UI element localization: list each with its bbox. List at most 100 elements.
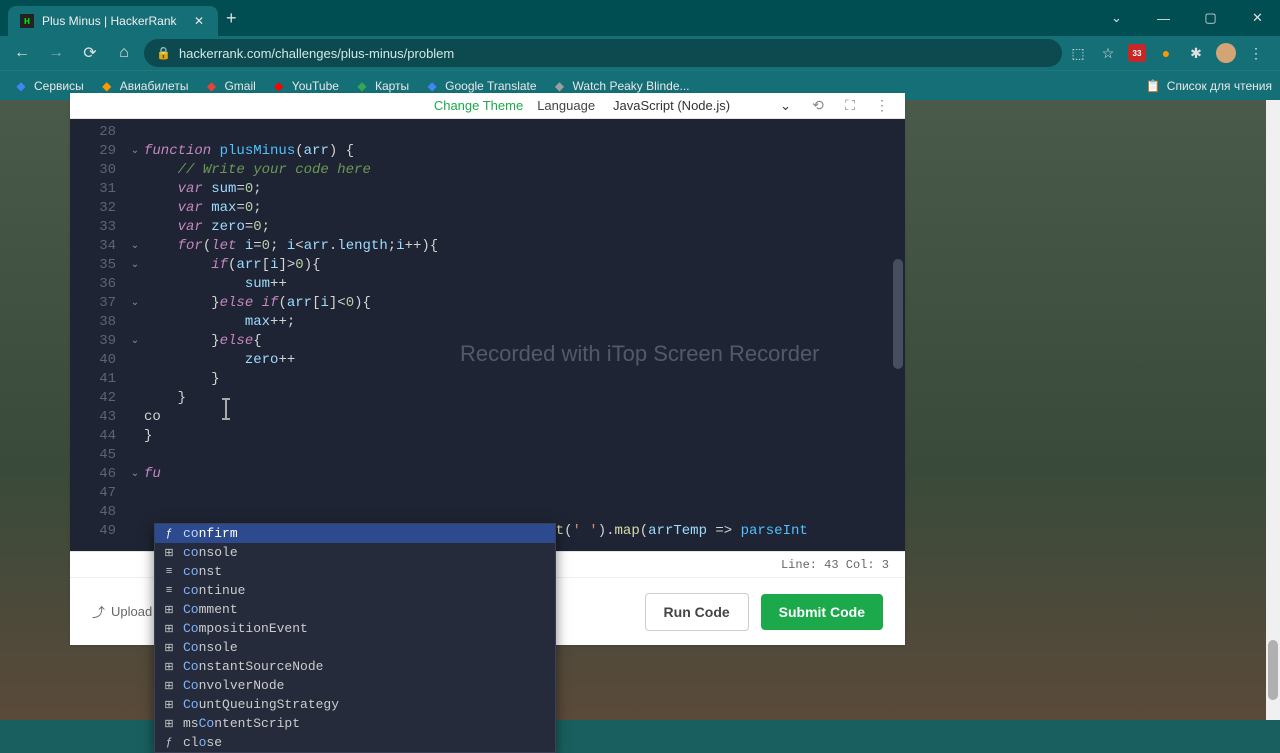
code-content[interactable]: sum++ — [142, 275, 287, 294]
code-content[interactable]: if(arr[i]>0){ — [142, 256, 321, 275]
code-content[interactable]: }else if(arr[i]<0){ — [142, 294, 371, 313]
code-line[interactable]: 37⌄ }else if(arr[i]<0){ — [70, 294, 905, 313]
code-line[interactable]: 42 } — [70, 389, 905, 408]
line-number: 28 — [70, 123, 128, 142]
window-close-icon[interactable]: ✕ — [1235, 2, 1280, 34]
fold-icon[interactable]: ⌄ — [128, 256, 142, 275]
autocomplete-item[interactable]: ⊞ConvolverNode — [155, 676, 555, 695]
code-line[interactable]: 38 max++; — [70, 313, 905, 332]
code-line[interactable]: 44} — [70, 427, 905, 446]
reset-code-icon[interactable]: ⟲ — [809, 97, 827, 115]
language-select[interactable]: JavaScript (Node.js) ⌄ — [609, 96, 795, 116]
extension-badge[interactable]: 33 — [1128, 44, 1146, 62]
code-content[interactable]: var zero=0; — [142, 218, 270, 237]
code-line[interactable]: 30 // Write your code here — [70, 161, 905, 180]
autocomplete-item[interactable]: ⊞Console — [155, 638, 555, 657]
line-number: 43 — [70, 408, 128, 427]
autocomplete-item[interactable]: ≡const — [155, 562, 555, 581]
page-scrollbar-track[interactable] — [1266, 100, 1280, 720]
suggestion-kind-icon: ⊞ — [161, 678, 177, 694]
autocomplete-popup[interactable]: ƒconfirm⊞console≡const≡continue⊞Comment⊞… — [154, 523, 556, 753]
fold-icon[interactable]: ⌄ — [128, 332, 142, 351]
code-line[interactable]: 40 zero++ — [70, 351, 905, 370]
code-line[interactable]: 43 co — [70, 408, 905, 427]
code-content[interactable]: } — [142, 389, 186, 408]
code-content[interactable]: max++; — [142, 313, 295, 332]
extensions-puzzle-icon[interactable]: ✱ — [1186, 43, 1206, 63]
run-code-button[interactable]: Run Code — [645, 593, 749, 631]
code-line[interactable]: 28 — [70, 123, 905, 142]
extension-orange-icon[interactable]: ● — [1156, 43, 1176, 63]
code-content[interactable]: } — [142, 370, 220, 389]
code-line[interactable]: 46⌄fu — [70, 465, 905, 484]
code-line[interactable]: 31 var sum=0; — [70, 180, 905, 199]
code-content[interactable]: function plusMinus(arr) { — [142, 142, 354, 161]
profile-avatar[interactable] — [1216, 43, 1236, 63]
code-content[interactable]: } — [142, 427, 152, 446]
autocomplete-item[interactable]: ⊞CompositionEvent — [155, 619, 555, 638]
code-editor[interactable]: 2829⌄function plusMinus(arr) {30 // Writ… — [70, 119, 905, 551]
autocomplete-item[interactable]: ƒconfirm — [155, 524, 555, 543]
reading-list-button[interactable]: 📋 Список для чтения — [1146, 79, 1272, 93]
code-line[interactable]: 32 var max=0; — [70, 199, 905, 218]
code-line[interactable]: 29⌄function plusMinus(arr) { — [70, 142, 905, 161]
bookmark-icon: ◆ — [100, 79, 114, 93]
bookmark-label: Watch Peaky Blinde... — [573, 79, 690, 93]
tab-close-icon[interactable]: ✕ — [192, 14, 206, 28]
window-dropdown-icon[interactable]: ⌄ — [1094, 2, 1139, 34]
kebab-icon[interactable]: ⋮ — [873, 97, 891, 115]
code-line[interactable]: 45 — [70, 446, 905, 465]
translate-icon[interactable]: ⬚ — [1068, 43, 1088, 63]
autocomplete-item[interactable]: ⊞ConstantSourceNode — [155, 657, 555, 676]
kebab-menu-icon[interactable]: ⋮ — [1246, 43, 1266, 63]
fold-icon[interactable]: ⌄ — [128, 142, 142, 161]
url-input[interactable]: 🔒 hackerrank.com/challenges/plus-minus/p… — [144, 39, 1062, 67]
fold-icon[interactable]: ⌄ — [128, 465, 142, 484]
fullscreen-icon[interactable]: ⛶ — [841, 97, 859, 115]
fold-icon[interactable]: ⌄ — [128, 237, 142, 256]
code-line[interactable]: 33 var zero=0; — [70, 218, 905, 237]
fold-icon[interactable]: ⌄ — [128, 294, 142, 313]
code-content[interactable]: }else{ — [142, 332, 262, 351]
line-number: 45 — [70, 446, 128, 465]
code-content[interactable]: var max=0; — [142, 199, 262, 218]
autocomplete-item[interactable]: ⊞msContentScript — [155, 714, 555, 733]
submit-code-button[interactable]: Submit Code — [761, 594, 883, 630]
code-line[interactable]: 48 — [70, 503, 905, 522]
window-maximize-icon[interactable]: ▢ — [1188, 2, 1233, 34]
autocomplete-item[interactable]: ≡continue — [155, 581, 555, 600]
browser-tab[interactable]: H Plus Minus | HackerRank ✕ — [8, 6, 218, 36]
code-line[interactable]: 35⌄ if(arr[i]>0){ — [70, 256, 905, 275]
upload-button[interactable]: ⤴ Upload — [92, 602, 152, 621]
home-button[interactable]: ⌂ — [110, 39, 138, 67]
bookmark-star-icon[interactable]: ☆ — [1098, 43, 1118, 63]
new-tab-button[interactable]: + — [226, 8, 237, 29]
back-button[interactable]: ← — [8, 39, 36, 67]
code-content[interactable]: zero++ — [142, 351, 295, 370]
window-minimize-icon[interactable]: — — [1141, 2, 1186, 34]
autocomplete-item[interactable]: ⊞console — [155, 543, 555, 562]
code-line[interactable]: 39⌄ }else{ — [70, 332, 905, 351]
line-number: 38 — [70, 313, 128, 332]
code-line[interactable]: 47 — [70, 484, 905, 503]
code-content[interactable]: // Write your code here — [142, 161, 371, 180]
forward-button[interactable]: → — [42, 39, 70, 67]
suggestion-label: CountQueuingStrategy — [183, 697, 339, 712]
editor-scrollbar-thumb[interactable] — [893, 259, 903, 369]
code-line[interactable]: 34⌄ for(let i=0; i<arr.length;i++){ — [70, 237, 905, 256]
line-number: 31 — [70, 180, 128, 199]
change-theme-link[interactable]: Change Theme — [434, 98, 523, 113]
code-content[interactable]: fu — [142, 465, 161, 484]
code-line[interactable]: 41 } — [70, 370, 905, 389]
code-content[interactable]: var sum=0; — [142, 180, 262, 199]
autocomplete-item[interactable]: ƒclose — [155, 733, 555, 752]
autocomplete-item[interactable]: ⊞CountQueuingStrategy — [155, 695, 555, 714]
code-line[interactable]: 36 sum++ — [70, 275, 905, 294]
autocomplete-item[interactable]: ⊞Comment — [155, 600, 555, 619]
reload-button[interactable]: ⟳ — [76, 39, 104, 67]
tab-favicon: H — [20, 14, 34, 28]
code-content[interactable]: for(let i=0; i<arr.length;i++){ — [142, 237, 438, 256]
page-scrollbar-thumb[interactable] — [1268, 640, 1278, 700]
cursor-position: Line: 43 Col: 3 — [781, 558, 889, 572]
code-content[interactable]: co — [142, 408, 161, 427]
